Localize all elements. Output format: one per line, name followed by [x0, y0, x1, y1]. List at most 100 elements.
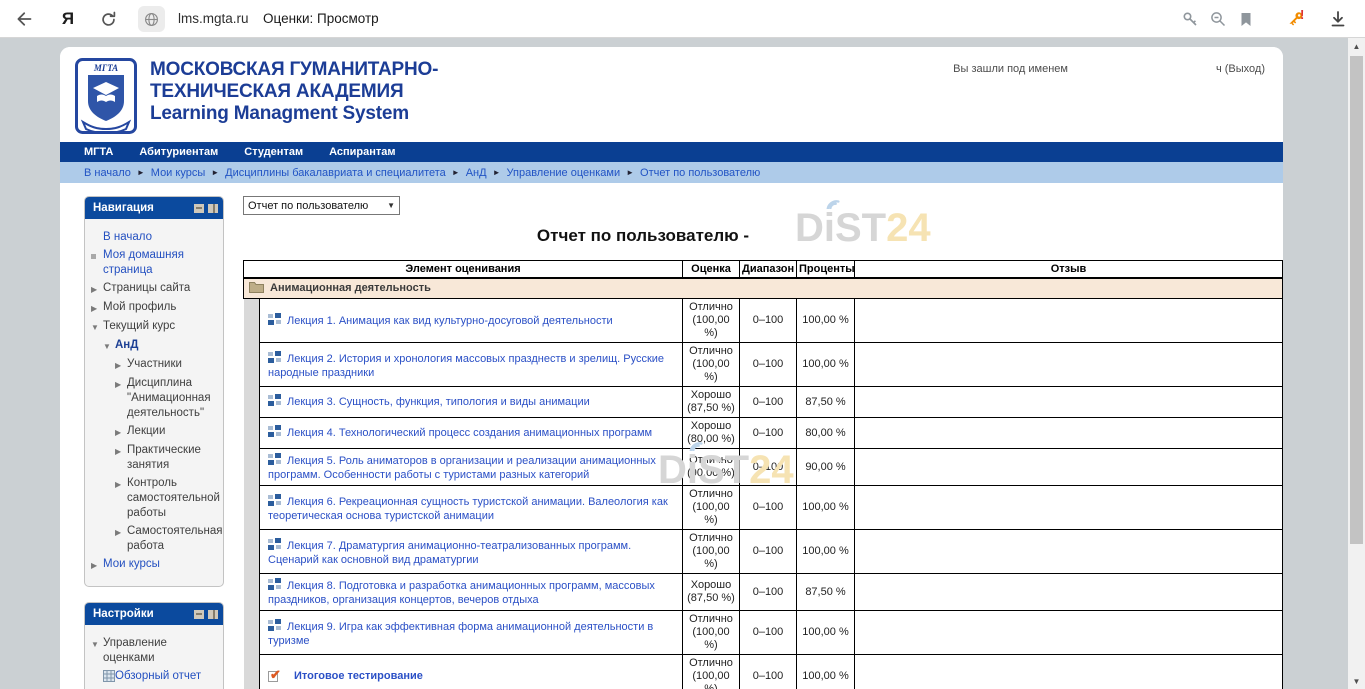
page-scrollbar[interactable]: ▲ ▼ [1348, 38, 1365, 689]
mgta-logo[interactable]: МГТА [75, 58, 137, 139]
expand-icon[interactable]: ▶ [91, 557, 103, 573]
expand-icon[interactable]: ▶ [115, 376, 127, 392]
block-collapse-icon[interactable] [194, 204, 204, 213]
sidebar-item[interactable]: ▼АнД [89, 338, 219, 354]
sidebar-item[interactable]: ▶Дисциплина "Анимационная деятельность" [89, 376, 219, 421]
sidebar-item[interactable]: ▶Самостоятельная работа [89, 524, 219, 554]
grade-value: Отлично(100,00 %) [683, 486, 740, 530]
scrollbar-thumb[interactable] [1350, 56, 1363, 544]
sidebar-item[interactable]: ▶Контроль самостоятельной работы [89, 476, 219, 521]
sidebar-item-label[interactable]: Управление оценками [103, 636, 219, 666]
sidebar-item[interactable]: Моя домашняя страница [89, 248, 219, 278]
grade-item-link[interactable]: Лекция 9. Игра как эффективная форма ани… [268, 621, 653, 647]
zoom-page-icon[interactable] [1208, 9, 1228, 29]
nav-item[interactable]: МГТА [84, 146, 113, 158]
expand-icon[interactable]: ▶ [115, 357, 127, 373]
logout-link[interactable]: ч (Выход) [1216, 63, 1265, 75]
download-icon[interactable] [1328, 9, 1348, 29]
breadcrumb-link[interactable]: АнД [466, 167, 487, 179]
expand-icon[interactable]: ▶ [91, 300, 103, 316]
sidebar-item-label[interactable]: АнД [115, 338, 138, 353]
breadcrumb-link[interactable]: Отчет по пользователю [640, 167, 760, 179]
block-collapse-icon[interactable] [194, 610, 204, 619]
expand-icon[interactable]: ▶ [115, 476, 127, 492]
expand-icon[interactable]: ▶ [115, 524, 127, 540]
site-icon-chip[interactable] [138, 6, 165, 32]
sidebar-item[interactable]: ▶Участники [89, 357, 219, 373]
sidebar-item-label[interactable]: Участники [127, 357, 182, 372]
table-header-row: Элемент оценивания Оценка Диапазон Проце… [244, 261, 1283, 278]
nav-item[interactable]: Студентам [244, 146, 303, 158]
sidebar-item[interactable]: ▼Управление оценками [89, 636, 219, 666]
sidebar-item-label[interactable]: Лекции [127, 424, 165, 439]
breadcrumb-separator: ► [452, 168, 460, 177]
sidebar-item[interactable]: ▼Текущий курс [89, 319, 219, 335]
grade-row: Лекция 9. Игра как эффективная форма ани… [244, 611, 1283, 655]
nav-item[interactable]: Абитуриентам [139, 146, 218, 158]
grade-item-link[interactable]: Итоговое тестирование [294, 670, 423, 682]
report-type-select[interactable]: Отчет по пользователю▼ [243, 196, 400, 215]
collapse-icon[interactable]: ▼ [91, 319, 103, 335]
sidebar-item[interactable]: ▶Практические занятия [89, 443, 219, 473]
expand-icon[interactable]: ▶ [91, 281, 103, 297]
navigation-block: Навигация В началоМоя домашняя страница▶… [84, 196, 224, 587]
grade-item-link[interactable]: Лекция 5. Роль аниматоров в организации … [268, 455, 656, 481]
grade-percent: 87,50 % [797, 574, 855, 611]
sidebar-item-label[interactable]: Мои курсы [103, 557, 160, 572]
sidebar-item-label[interactable]: Обзорный отчет [115, 669, 201, 684]
scroll-down-icon[interactable]: ▼ [1348, 673, 1365, 689]
protect-key-icon[interactable] [1180, 9, 1200, 29]
sidebar-item[interactable]: ▶Страницы сайта [89, 281, 219, 297]
yandex-icon[interactable]: Я [58, 9, 78, 29]
sidebar-item-label[interactable]: Практические занятия [127, 443, 219, 473]
navigation-block-header: Навигация [85, 197, 223, 219]
back-icon[interactable] [14, 9, 34, 29]
grade-value: Отлично(90,00 %) [683, 449, 740, 486]
sidebar-item-label[interactable]: Самостоятельная работа [127, 524, 222, 554]
nav-item[interactable]: Аспирантам [329, 146, 395, 158]
grade-feedback [855, 343, 1283, 387]
grade-row: Лекция 7. Драматургия анимационно-театра… [244, 530, 1283, 574]
sidebar-item-label[interactable]: Моя домашняя страница [103, 248, 219, 278]
sidebar-item-label[interactable]: Контроль самостоятельной работы [127, 476, 220, 521]
grade-feedback [855, 418, 1283, 449]
lesson-icon [268, 317, 281, 329]
breadcrumb-link[interactable]: Управление оценками [507, 167, 621, 179]
sidebar-item[interactable]: ▶Мои курсы [89, 557, 219, 573]
grade-item-link[interactable]: Лекция 6. Рекреационная сущность туристс… [268, 496, 668, 522]
grade-item-link[interactable]: Лекция 3. Сущность, функция, типология и… [287, 396, 590, 408]
breadcrumb-link[interactable]: Мои курсы [151, 167, 205, 179]
block-dock-icon[interactable] [208, 610, 218, 619]
sidebar-item[interactable]: ▶Лекции [89, 424, 219, 440]
lesson-icon [268, 498, 281, 510]
grade-item-link[interactable]: Лекция 8. Подготовка и разработка анимац… [268, 580, 655, 606]
sidebar-item-label[interactable]: Текущий курс [103, 319, 175, 334]
sidebar-item-label[interactable]: Дисциплина "Анимационная деятельность" [127, 376, 219, 421]
sidebar-item[interactable]: Обзорный отчет [89, 669, 219, 687]
sidebar-item-label[interactable]: В начало [103, 230, 152, 245]
expand-icon[interactable]: ▶ [115, 443, 127, 459]
breadcrumb-link[interactable]: В начало [84, 167, 131, 179]
block-dock-icon[interactable] [208, 204, 218, 213]
collapse-icon[interactable]: ▼ [103, 338, 115, 354]
bookmark-icon[interactable] [1236, 9, 1256, 29]
grade-item-link[interactable]: Лекция 2. История и хронология массовых … [268, 353, 664, 379]
grade-value: Хорошо(80,00 %) [683, 418, 740, 449]
sidebar-item[interactable]: В начало [89, 230, 219, 245]
refresh-icon[interactable] [98, 9, 118, 29]
grade-item-link[interactable]: Лекция 1. Анимация как вид культурно-дос… [287, 315, 613, 327]
scroll-up-icon[interactable]: ▲ [1348, 38, 1365, 54]
expand-icon[interactable]: ▶ [115, 424, 127, 440]
sidebar-item-label[interactable]: Страницы сайта [103, 281, 190, 296]
grade-item-link[interactable]: Лекция 4. Технологический процесс создан… [287, 427, 652, 439]
site-content-card: МГТА МОСКОВСКАЯ ГУМАНИТАРНО- ТЕХНИЧЕСКАЯ… [60, 47, 1283, 689]
grade-item-link[interactable]: Лекция 7. Драматургия анимационно-театра… [268, 540, 631, 566]
grade-range: 0–100 [740, 574, 797, 611]
sidebar-item-label[interactable]: Мой профиль [103, 300, 176, 315]
url-text[interactable]: lms.mgta.ru [178, 11, 249, 26]
report-title: Отчет по пользователю - [243, 226, 1043, 246]
collapse-icon[interactable]: ▼ [91, 636, 103, 652]
sidebar-item[interactable]: ▶Мой профиль [89, 300, 219, 316]
grade-percent: 100,00 % [797, 343, 855, 387]
breadcrumb-link[interactable]: Дисциплины бакалавриата и специалитета [225, 167, 446, 179]
